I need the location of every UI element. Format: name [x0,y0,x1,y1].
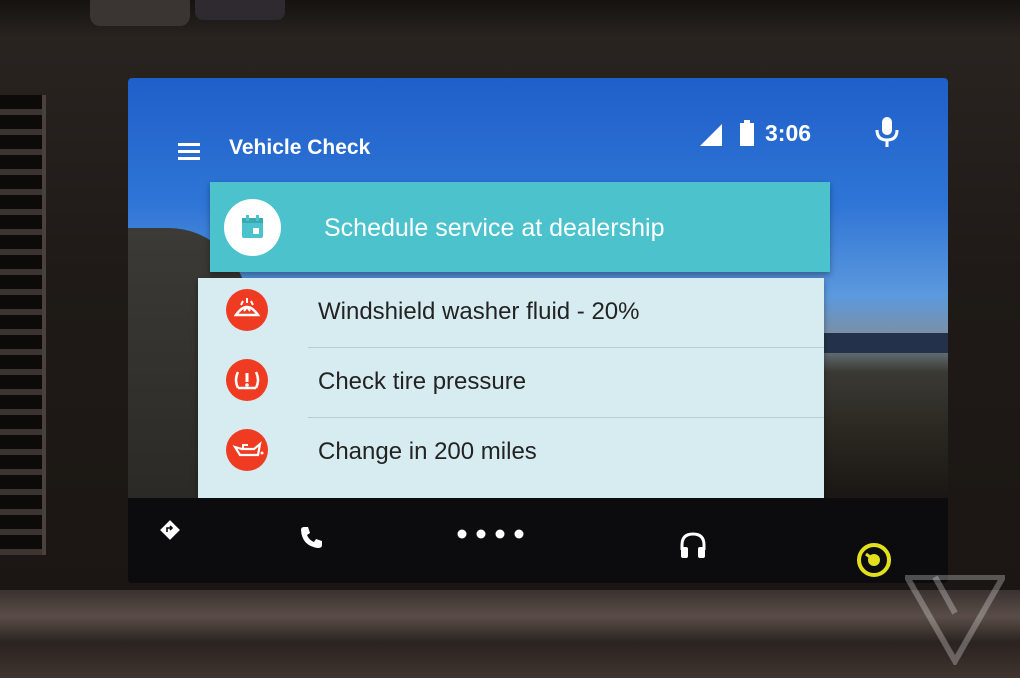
air-vent [0,95,46,555]
list-item-oil-change[interactable]: Change in 200 miles [198,418,824,488]
vehicle-status-card: Windshield washer fluid - 20% Check tire… [198,278,824,498]
windshield-washer-icon [226,289,268,331]
infotainment-screen: Vehicle Check 3:06 Schedule service at d… [128,78,948,583]
list-item-label: Windshield washer fluid - 20% [318,298,640,325]
schedule-service-label: Schedule service at dealership [324,214,665,242]
wallpaper-sea [818,333,948,353]
list-item-washer-fluid[interactable]: Windshield washer fluid - 20% [198,278,824,348]
headphones-icon[interactable] [678,530,708,560]
verge-logo-watermark [905,575,1005,665]
page-title: Vehicle Check [229,136,371,159]
bottom-nav-bar [128,498,948,583]
dashboard-bezel [0,590,1020,678]
navigation-icon[interactable] [158,518,182,542]
signal-icon [700,124,722,146]
tire-pressure-warning-icon [226,359,268,401]
clock: 3:06 [765,120,812,146]
battery-icon [740,120,754,146]
microphone-icon[interactable] [874,116,900,148]
list-item-label: Check tire pressure [318,368,527,395]
oil-can-icon [226,429,268,471]
phone-icon[interactable] [298,524,324,550]
list-item-label: Change in 200 miles [318,438,537,465]
list-item-tire-pressure[interactable]: Check tire pressure [198,348,824,418]
dashboard-display-strip [195,0,285,20]
overview-dots-icon[interactable] [456,528,526,540]
status-bar: Vehicle Check 3:06 [128,78,948,183]
calendar-icon [224,199,281,256]
schedule-service-card[interactable]: Schedule service at dealership [210,182,830,272]
home-icon[interactable] [856,542,892,578]
menu-icon[interactable] [178,143,200,161]
dashboard-button [90,0,190,26]
